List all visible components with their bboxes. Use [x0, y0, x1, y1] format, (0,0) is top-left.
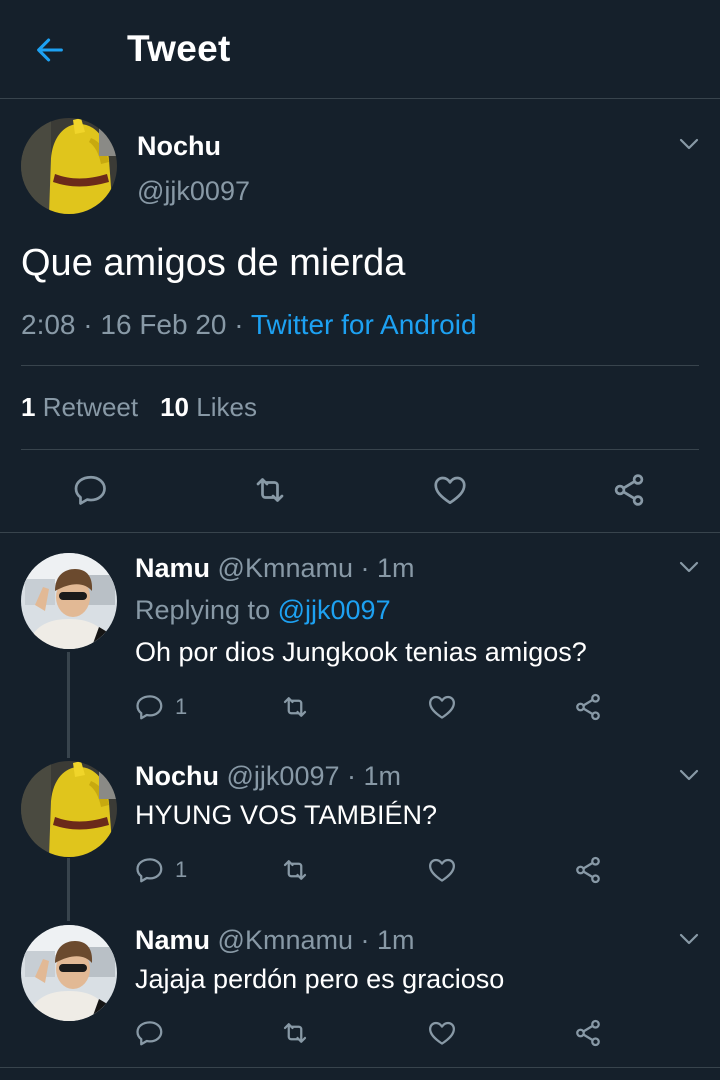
reply-text: Jajaja perdón pero es gracioso — [135, 964, 505, 994]
replying-to: Replying to @jjk0097 — [135, 595, 391, 626]
share-button[interactable] — [611, 472, 647, 508]
chevron-down-icon[interactable] — [674, 555, 704, 579]
top-bar: Tweet — [0, 0, 720, 99]
divider — [0, 532, 720, 533]
replying-label: Replying to — [135, 595, 271, 625]
author-name[interactable]: Nochu — [137, 131, 221, 162]
reply-header: Nochu @jjk0097 · 1m — [135, 761, 401, 792]
separator-dot: · — [234, 309, 244, 340]
retweet-icon — [280, 1018, 310, 1048]
retweet-button[interactable] — [280, 692, 310, 722]
heart-icon — [432, 472, 468, 508]
share-icon — [611, 472, 647, 508]
divider — [21, 365, 699, 366]
tweet-date: 16 Feb 20 — [100, 309, 227, 340]
share-button[interactable] — [573, 692, 603, 722]
tweet-meta: 2:08 · 16 Feb 20 · Twitter for Android — [21, 309, 477, 341]
tweet-time: 2:08 — [21, 309, 76, 340]
separator-dot: · — [360, 553, 370, 583]
retweet-icon — [280, 855, 310, 885]
retweet-button[interactable] — [252, 472, 288, 508]
avatar[interactable] — [21, 553, 117, 649]
chevron-down-icon[interactable] — [674, 132, 704, 156]
heart-icon — [427, 692, 457, 722]
reply-header: Namu @Kmnamu · 1m — [135, 553, 415, 584]
reply-button[interactable]: 1 — [135, 692, 187, 722]
reply-button[interactable] — [135, 1018, 165, 1048]
reply-header: Namu @Kmnamu · 1m — [135, 925, 415, 956]
author-handle[interactable]: @jjk0097 — [137, 176, 250, 207]
like-button[interactable] — [427, 1018, 457, 1048]
reply-icon — [135, 692, 165, 722]
retweet-icon — [280, 692, 310, 722]
chevron-down-icon[interactable] — [674, 763, 704, 787]
share-icon — [573, 692, 603, 722]
reply-count: 1 — [175, 857, 188, 882]
reply-time: 1m — [363, 761, 402, 791]
reply-time: 1m — [377, 553, 415, 583]
share-icon — [573, 855, 603, 885]
retweets-stat[interactable]: 1 Retweet — [21, 392, 138, 422]
reply-author-handle[interactable]: @jjk0097 — [227, 761, 340, 791]
page-title: Tweet — [127, 28, 231, 69]
retweet-button[interactable] — [280, 855, 310, 885]
thread-line — [67, 652, 70, 758]
share-button[interactable] — [573, 855, 603, 885]
reply-author-name[interactable]: Namu — [135, 553, 210, 583]
like-button[interactable] — [427, 692, 457, 722]
like-button[interactable] — [432, 472, 468, 508]
avatar[interactable] — [21, 925, 117, 1021]
share-icon — [573, 1018, 603, 1048]
back-button[interactable] — [22, 24, 78, 76]
retweet-icon — [252, 472, 288, 508]
reply-author-name[interactable]: Nochu — [135, 761, 219, 791]
reply-icon — [135, 1018, 165, 1048]
reply-time: 1m — [377, 925, 415, 955]
mention-link[interactable]: @jjk0097 — [278, 595, 391, 625]
arrow-left-icon — [37, 38, 63, 62]
reply-text: HYUNG VOS TAMBIÉN? — [135, 800, 438, 830]
tweet-text: Que amigos de mierda — [21, 242, 406, 284]
reply-icon — [135, 855, 165, 885]
retweet-button[interactable] — [280, 1018, 310, 1048]
heart-icon — [427, 855, 457, 885]
reply-count: 1 — [175, 694, 188, 719]
tweet-stats: 1 Retweet 10 Likes — [21, 392, 257, 423]
reply-icon — [73, 472, 109, 508]
reply-text: Oh por dios Jungkook tenias amigos? — [135, 637, 587, 667]
reply-author-name[interactable]: Namu — [135, 925, 210, 955]
avatar[interactable] — [21, 118, 117, 214]
divider — [0, 1067, 720, 1068]
like-button[interactable] — [427, 855, 457, 885]
thread-line — [67, 858, 70, 921]
separator-dot: · — [347, 761, 357, 791]
separator-dot: · — [83, 309, 93, 340]
divider — [21, 449, 699, 450]
chevron-down-icon[interactable] — [674, 927, 704, 951]
reply-button[interactable] — [73, 472, 109, 508]
reply-author-handle[interactable]: @Kmnamu — [218, 553, 353, 583]
avatar[interactable] — [21, 761, 117, 857]
separator-dot: · — [360, 925, 370, 955]
heart-icon — [427, 1018, 457, 1048]
share-button[interactable] — [573, 1018, 603, 1048]
reply-author-handle[interactable]: @Kmnamu — [218, 925, 353, 955]
reply-button[interactable]: 1 — [135, 855, 187, 885]
tweet-client-link[interactable]: Twitter for Android — [251, 309, 477, 340]
likes-stat[interactable]: 10 Likes — [160, 392, 257, 422]
